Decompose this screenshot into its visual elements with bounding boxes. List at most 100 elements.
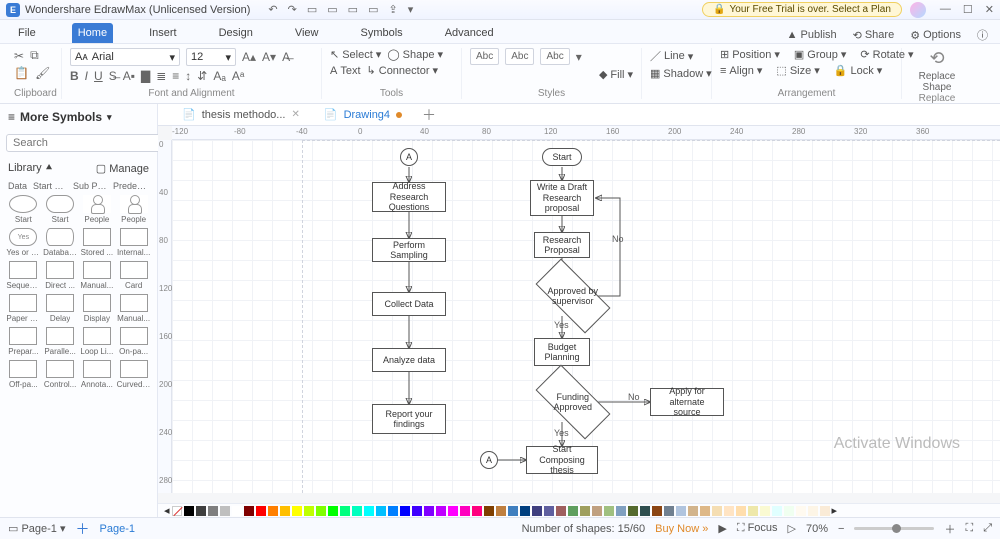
zoom-in-icon[interactable]: ＋ xyxy=(944,521,955,537)
color-swatch[interactable] xyxy=(808,506,818,516)
fullscreen-icon[interactable]: ⤢ xyxy=(983,522,992,535)
swatch-none[interactable] xyxy=(172,506,182,516)
color-swatch[interactable] xyxy=(676,506,686,516)
process-budget[interactable]: Budget Planning xyxy=(534,338,590,366)
color-swatch[interactable] xyxy=(352,506,362,516)
trial-badge[interactable]: 🔒 Your Free Trial is over. Select a Plan xyxy=(702,2,902,17)
process-compose[interactable]: Start Composing thesis xyxy=(526,446,598,474)
color-swatch[interactable] xyxy=(388,506,398,516)
cat-item[interactable]: Start or... xyxy=(33,181,67,191)
shape-item[interactable]: Display xyxy=(80,294,115,323)
color-swatch[interactable] xyxy=(556,506,566,516)
bullets-icon[interactable]: ≣ xyxy=(156,69,166,83)
panel-header[interactable]: ≡More Symbols▾ xyxy=(0,104,157,130)
swatches-next-icon[interactable]: ▸ xyxy=(832,504,838,517)
color-swatch[interactable] xyxy=(484,506,494,516)
select-button[interactable]: ↖ Select ▾ xyxy=(330,48,381,61)
color-swatch[interactable] xyxy=(376,506,386,516)
color-swatch[interactable] xyxy=(436,506,446,516)
font-size-combo[interactable]: 12▾ xyxy=(186,48,236,66)
shape-item[interactable]: Start xyxy=(6,195,41,224)
shape-item[interactable]: Paralle... xyxy=(43,327,78,356)
tab-view[interactable]: View xyxy=(289,23,325,43)
color-swatch[interactable] xyxy=(340,506,350,516)
color-swatch[interactable] xyxy=(700,506,710,516)
terminator-start[interactable]: Start xyxy=(542,148,582,166)
color-swatch[interactable] xyxy=(760,506,770,516)
cat-item[interactable]: Sub Pro... xyxy=(73,181,107,191)
decrease-font-icon[interactable]: A▾ xyxy=(262,50,276,64)
cut-icon[interactable]: ✂ xyxy=(14,49,24,63)
color-swatch[interactable] xyxy=(736,506,746,516)
shape-item[interactable]: Stored ... xyxy=(80,228,115,257)
swatches-prev-icon[interactable]: ◂ xyxy=(164,504,170,517)
color-swatch[interactable] xyxy=(604,506,614,516)
process-draft[interactable]: Write a Draft Research proposal xyxy=(530,180,594,216)
tab-advanced[interactable]: Advanced xyxy=(439,23,500,43)
maximize-icon[interactable]: ☐ xyxy=(963,3,973,16)
vert-align-icon[interactable]: ⇵ xyxy=(197,69,207,83)
page-link[interactable]: Page-1 xyxy=(100,523,135,535)
shadow-button[interactable]: ▦ Shadow ▾ xyxy=(650,67,712,80)
tab-insert[interactable]: Insert xyxy=(143,23,183,43)
process-collect[interactable]: Collect Data xyxy=(372,292,446,316)
color-swatch[interactable] xyxy=(712,506,722,516)
shape-item[interactable]: Database xyxy=(43,228,78,257)
color-swatch[interactable] xyxy=(628,506,638,516)
qat-icon[interactable]: ▭ xyxy=(307,3,317,16)
color-swatch[interactable] xyxy=(820,506,830,516)
cat-item[interactable]: Predefi... xyxy=(113,181,147,191)
cat-item[interactable]: Data xyxy=(8,181,27,191)
color-swatch[interactable] xyxy=(724,506,734,516)
shape-item[interactable]: Card xyxy=(116,261,151,290)
color-swatch[interactable] xyxy=(208,506,218,516)
color-swatch[interactable] xyxy=(532,506,542,516)
shape-item[interactable]: Sequen... xyxy=(6,261,41,290)
qat-icon[interactable]: ▭ xyxy=(327,3,337,16)
shape-item[interactable]: Direct ... xyxy=(43,261,78,290)
connector-a[interactable]: A xyxy=(400,148,418,166)
close-icon[interactable]: ✕ xyxy=(985,3,994,16)
shape-item[interactable]: People xyxy=(116,195,151,224)
color-swatch[interactable] xyxy=(652,506,662,516)
focus-button[interactable]: ⛶ Focus xyxy=(737,522,778,535)
shape-item[interactable]: Internal... xyxy=(116,228,151,257)
symbol-search-input[interactable] xyxy=(6,134,162,152)
publish-button[interactable]: ▲ Publish xyxy=(787,27,837,43)
qat-icon[interactable]: ▭ xyxy=(368,3,378,16)
style-preset[interactable]: Abc xyxy=(505,48,534,65)
connector-button[interactable]: ↳ Connector ▾ xyxy=(367,64,439,77)
color-swatch[interactable] xyxy=(292,506,302,516)
superscript-icon[interactable]: Aᵃ xyxy=(232,69,244,83)
color-swatch[interactable] xyxy=(592,506,602,516)
fit-page-icon[interactable]: ⛶ xyxy=(965,522,973,535)
undo-icon[interactable]: ↶ xyxy=(268,3,277,16)
new-tab-button[interactable]: ＋ xyxy=(422,105,436,125)
position-button[interactable]: ⊞ Position▾ xyxy=(720,48,780,61)
font-color-icon[interactable]: A▪ xyxy=(123,69,135,83)
tab-symbols[interactable]: Symbols xyxy=(355,23,409,43)
user-avatar[interactable] xyxy=(910,2,926,18)
redo-icon[interactable]: ↷ xyxy=(288,3,297,16)
color-swatch[interactable] xyxy=(568,506,578,516)
color-swatch[interactable] xyxy=(328,506,338,516)
format-painter-icon[interactable]: 🖌 xyxy=(35,66,50,80)
color-swatch[interactable] xyxy=(508,506,518,516)
close-tab-icon[interactable]: ✕ xyxy=(291,109,299,120)
export-icon[interactable]: ⇪ xyxy=(388,3,397,16)
help-icon[interactable]: ⓘ xyxy=(977,27,988,43)
tab-file[interactable]: File xyxy=(12,23,42,43)
line-button[interactable]: ／ Line ▾ xyxy=(650,48,693,64)
replace-shape-button[interactable]: ⟲ Replace Shape xyxy=(910,48,964,93)
shape-item[interactable]: Paper T... xyxy=(6,294,41,323)
shape-item[interactable]: Loop Li... xyxy=(80,327,115,356)
color-swatch[interactable] xyxy=(244,506,254,516)
process-sampling[interactable]: Perform Sampling xyxy=(372,238,446,262)
color-swatch[interactable] xyxy=(784,506,794,516)
color-swatch[interactable] xyxy=(520,506,530,516)
process-address[interactable]: Address Research Questions xyxy=(372,182,446,212)
buy-now-link[interactable]: Buy Now » xyxy=(655,523,708,535)
styles-more-icon[interactable]: ▾ xyxy=(576,50,582,64)
highlight-icon[interactable]: ▇ xyxy=(141,69,150,83)
library-label[interactable]: Library ⯅ xyxy=(8,162,53,175)
